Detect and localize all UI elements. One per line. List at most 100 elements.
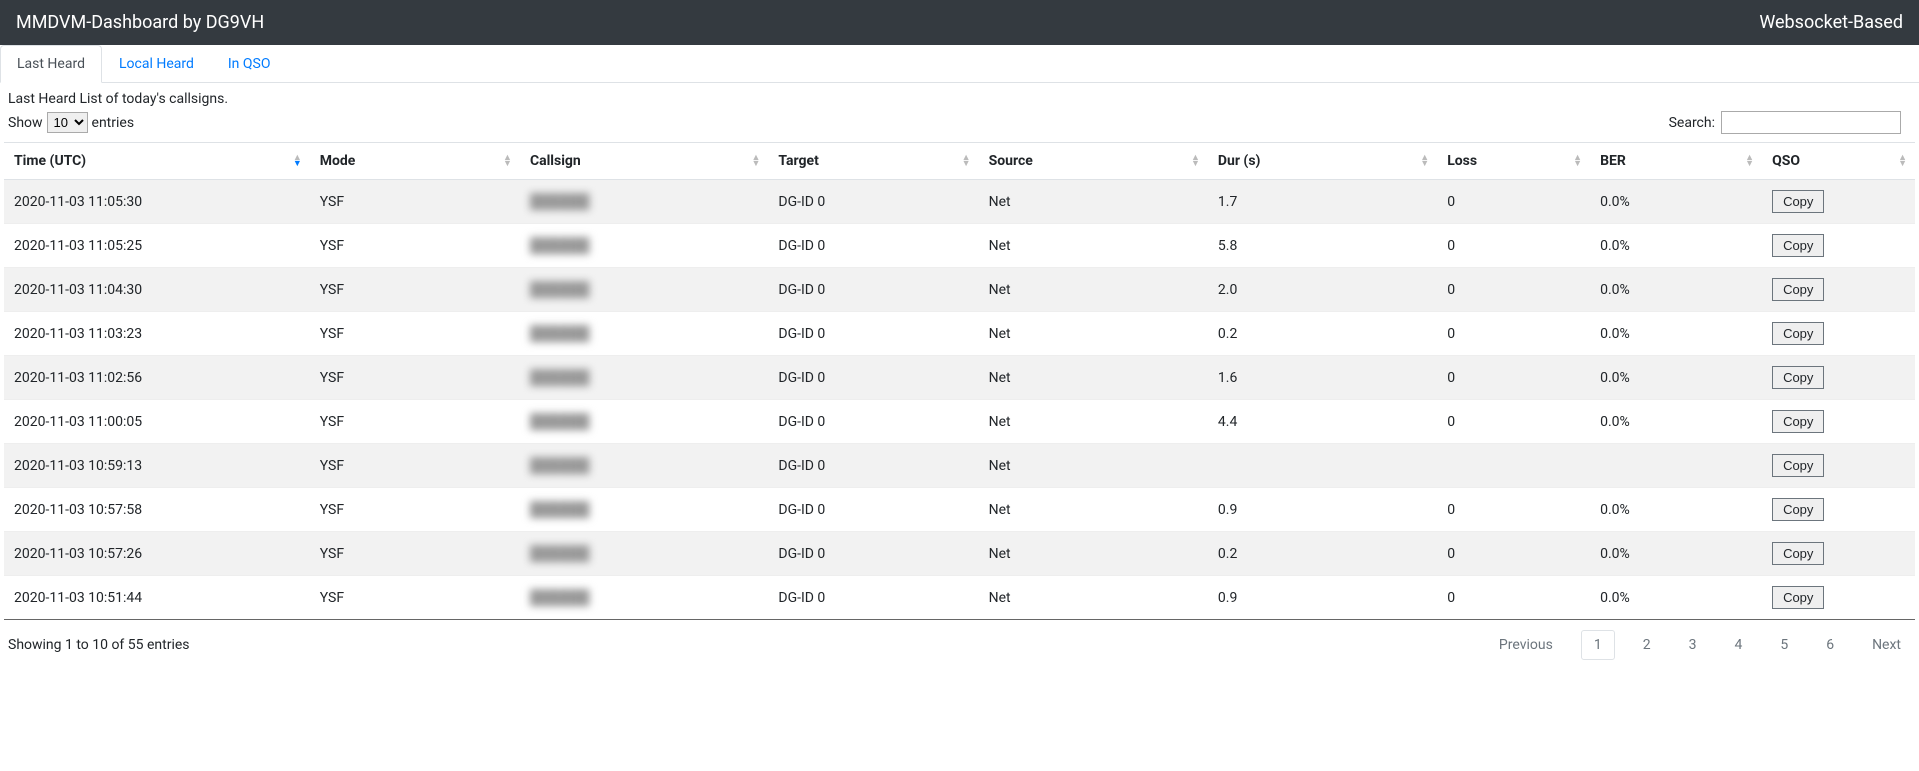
- cell-time: 2020-11-03 11:02:56: [4, 356, 310, 400]
- pagination: Previous 1 2 3 4 5 6 Next: [1489, 630, 1911, 660]
- cell-target: DG-ID 0: [768, 356, 978, 400]
- cell-loss: 0: [1437, 488, 1590, 532]
- cell-loss: 0: [1437, 532, 1590, 576]
- page-subheader: Last Heard List of today's callsigns.: [8, 91, 1911, 107]
- cell-dur: 5.8: [1208, 224, 1437, 268]
- col-callsign[interactable]: Callsign▲▼: [520, 143, 768, 180]
- cell-callsign: ██████: [520, 180, 768, 224]
- cell-source: Net: [979, 268, 1208, 312]
- cell-dur: 4.4: [1208, 400, 1437, 444]
- sort-icon: ▲▼: [1191, 155, 1200, 167]
- cell-target: DG-ID 0: [768, 488, 978, 532]
- col-loss[interactable]: Loss▲▼: [1437, 143, 1590, 180]
- cell-mode: YSF: [310, 268, 520, 312]
- copy-button[interactable]: Copy: [1772, 542, 1824, 565]
- cell-time: 2020-11-03 10:59:13: [4, 444, 310, 488]
- copy-button[interactable]: Copy: [1772, 586, 1824, 609]
- page-1[interactable]: 1: [1581, 630, 1615, 660]
- tab-in-qso[interactable]: In QSO: [211, 45, 288, 82]
- cell-mode: YSF: [310, 180, 520, 224]
- col-mode[interactable]: Mode▲▼: [310, 143, 520, 180]
- cell-loss: 0: [1437, 576, 1590, 620]
- table-row: 2020-11-03 11:00:05YSF██████DG-ID 0Net4.…: [4, 400, 1915, 444]
- cell-source: Net: [979, 180, 1208, 224]
- page-next[interactable]: Next: [1862, 631, 1911, 659]
- cell-qso: Copy: [1762, 312, 1915, 356]
- copy-button[interactable]: Copy: [1772, 366, 1824, 389]
- table-row: 2020-11-03 10:51:44YSF██████DG-ID 0Net0.…: [4, 576, 1915, 620]
- sort-icon: ▲▼: [1898, 155, 1907, 167]
- sort-icon: ▲▼: [962, 155, 971, 167]
- cell-ber: 0.0%: [1590, 356, 1762, 400]
- table-row: 2020-11-03 10:57:26YSF██████DG-ID 0Net0.…: [4, 532, 1915, 576]
- cell-source: Net: [979, 224, 1208, 268]
- cell-mode: YSF: [310, 312, 520, 356]
- col-dur[interactable]: Dur (s)▲▼: [1208, 143, 1437, 180]
- col-target[interactable]: Target▲▼: [768, 143, 978, 180]
- cell-time: 2020-11-03 11:03:23: [4, 312, 310, 356]
- cell-source: Net: [979, 400, 1208, 444]
- search-label: Search:: [1669, 115, 1715, 131]
- table-row: 2020-11-03 10:57:58YSF██████DG-ID 0Net0.…: [4, 488, 1915, 532]
- cell-callsign: ██████: [520, 532, 768, 576]
- col-qso[interactable]: QSO▲▼: [1762, 143, 1915, 180]
- copy-button[interactable]: Copy: [1772, 498, 1824, 521]
- cell-time: 2020-11-03 11:00:05: [4, 400, 310, 444]
- tab-local-heard[interactable]: Local Heard: [102, 45, 211, 82]
- cell-qso: Copy: [1762, 268, 1915, 312]
- col-ber[interactable]: BER▲▼: [1590, 143, 1762, 180]
- copy-button[interactable]: Copy: [1772, 322, 1824, 345]
- cell-callsign: ██████: [520, 488, 768, 532]
- cell-dur: 1.7: [1208, 180, 1437, 224]
- cell-ber: 0.0%: [1590, 532, 1762, 576]
- table-info: Showing 1 to 10 of 55 entries: [8, 637, 190, 653]
- cell-loss: 0: [1437, 224, 1590, 268]
- page-6[interactable]: 6: [1816, 631, 1844, 659]
- page-2[interactable]: 2: [1633, 631, 1661, 659]
- length-menu: Show 10 entries: [8, 112, 134, 133]
- table-row: 2020-11-03 11:04:30YSF██████DG-ID 0Net2.…: [4, 268, 1915, 312]
- col-source[interactable]: Source▲▼: [979, 143, 1208, 180]
- cell-qso: Copy: [1762, 576, 1915, 620]
- page-3[interactable]: 3: [1679, 631, 1707, 659]
- cell-ber: 0.0%: [1590, 268, 1762, 312]
- cell-loss: 0: [1437, 400, 1590, 444]
- copy-button[interactable]: Copy: [1772, 454, 1824, 477]
- tab-last-heard[interactable]: Last Heard: [0, 45, 102, 83]
- cell-time: 2020-11-03 10:57:58: [4, 488, 310, 532]
- length-select[interactable]: 10: [47, 112, 88, 133]
- connection-mode-label: Websocket-Based: [1759, 12, 1903, 33]
- table-row: 2020-11-03 11:05:25YSF██████DG-ID 0Net5.…: [4, 224, 1915, 268]
- copy-button[interactable]: Copy: [1772, 190, 1824, 213]
- col-time[interactable]: Time (UTC)▲▼: [4, 143, 310, 180]
- cell-ber: 0.0%: [1590, 224, 1762, 268]
- cell-callsign: ██████: [520, 576, 768, 620]
- copy-button[interactable]: Copy: [1772, 234, 1824, 257]
- last-heard-table: Time (UTC)▲▼ Mode▲▼ Callsign▲▼ Target▲▼ …: [4, 142, 1915, 619]
- search-input[interactable]: [1721, 111, 1901, 134]
- app-title: MMDVM-Dashboard by DG9VH: [16, 12, 264, 33]
- navbar: MMDVM-Dashboard by DG9VH Websocket-Based: [0, 0, 1919, 45]
- cell-qso: Copy: [1762, 488, 1915, 532]
- sort-icon: ▲▼: [751, 155, 760, 167]
- cell-target: DG-ID 0: [768, 532, 978, 576]
- cell-qso: Copy: [1762, 356, 1915, 400]
- cell-mode: YSF: [310, 444, 520, 488]
- copy-button[interactable]: Copy: [1772, 410, 1824, 433]
- cell-loss: 0: [1437, 312, 1590, 356]
- cell-qso: Copy: [1762, 532, 1915, 576]
- cell-source: Net: [979, 576, 1208, 620]
- cell-qso: Copy: [1762, 444, 1915, 488]
- cell-mode: YSF: [310, 400, 520, 444]
- cell-source: Net: [979, 444, 1208, 488]
- cell-qso: Copy: [1762, 180, 1915, 224]
- page-5[interactable]: 5: [1770, 631, 1798, 659]
- page-previous[interactable]: Previous: [1489, 631, 1563, 659]
- table-row: 2020-11-03 11:05:30YSF██████DG-ID 0Net1.…: [4, 180, 1915, 224]
- copy-button[interactable]: Copy: [1772, 278, 1824, 301]
- cell-time: 2020-11-03 11:05:25: [4, 224, 310, 268]
- cell-loss: 0: [1437, 180, 1590, 224]
- cell-target: DG-ID 0: [768, 224, 978, 268]
- cell-dur: 1.6: [1208, 356, 1437, 400]
- page-4[interactable]: 4: [1724, 631, 1752, 659]
